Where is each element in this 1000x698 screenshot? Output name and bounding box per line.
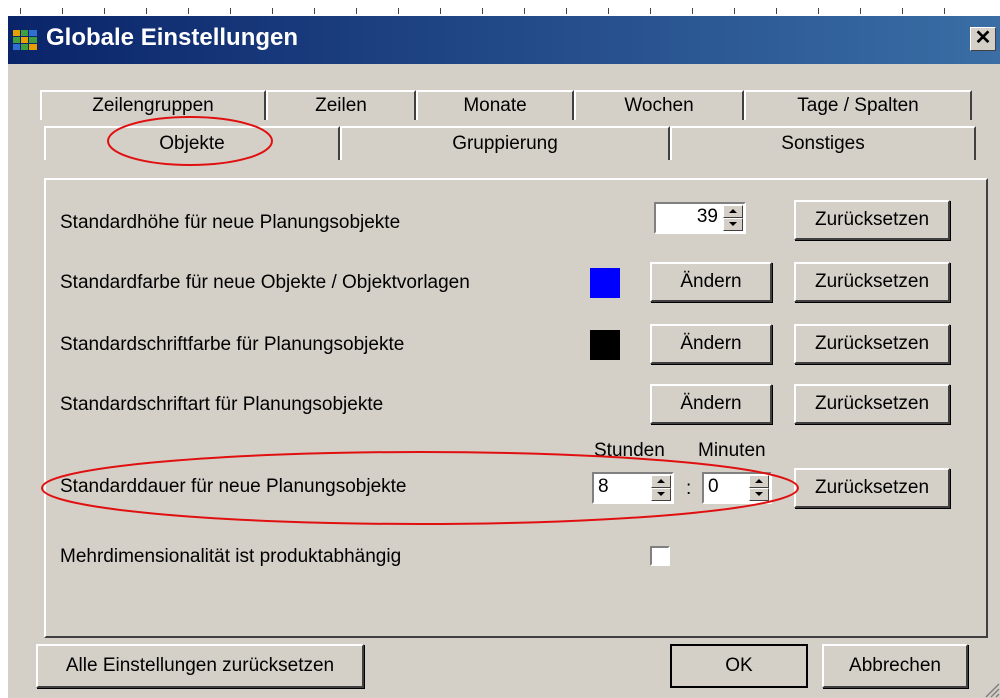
arrow-down-icon bbox=[755, 492, 763, 496]
tab-label: Tage / Spalten bbox=[797, 95, 919, 116]
ruler-tick bbox=[20, 8, 21, 14]
app-grid-icon bbox=[13, 30, 37, 50]
arrow-up-icon bbox=[729, 209, 737, 213]
tab-sonstiges[interactable]: Sonstiges bbox=[670, 126, 976, 160]
spin-down-button[interactable] bbox=[651, 488, 671, 501]
button-label: Alle Einstellungen zurücksetzen bbox=[65, 655, 335, 676]
cancel-button[interactable]: Abbrechen bbox=[822, 644, 968, 688]
font-color-reset-button[interactable]: Zurücksetzen bbox=[794, 324, 950, 364]
tab-label: Wochen bbox=[624, 95, 694, 116]
ruler-tick bbox=[608, 8, 609, 14]
button-label: Zurücksetzen bbox=[814, 477, 930, 498]
color-label: Standardfarbe für neue Objekte / Objektv… bbox=[60, 272, 470, 293]
close-icon: ✕ bbox=[974, 27, 992, 49]
color-reset-button[interactable]: Zurücksetzen bbox=[794, 262, 950, 302]
ruler-tick bbox=[566, 8, 567, 14]
hours-header: Stunden bbox=[594, 440, 665, 461]
font-reset-button[interactable]: Zurücksetzen bbox=[794, 384, 950, 424]
window-title: Globale Einstellungen bbox=[46, 24, 299, 51]
spin-up-button[interactable] bbox=[749, 475, 769, 488]
tab-label: Gruppierung bbox=[452, 133, 558, 154]
ruler-tick bbox=[188, 8, 189, 14]
tab-zeilengruppen[interactable]: Zeilengruppen bbox=[40, 90, 266, 120]
font-color-swatch bbox=[590, 330, 620, 360]
ruler-tick bbox=[314, 8, 315, 14]
settings-dialog: Globale Einstellungen ✕ Zeilengruppen Ze… bbox=[8, 16, 1000, 698]
height-spinner[interactable]: 39 bbox=[654, 202, 746, 234]
button-label: OK bbox=[725, 655, 753, 676]
ruler-tick bbox=[482, 8, 483, 14]
button-label: Ändern bbox=[680, 333, 742, 354]
reset-all-button[interactable]: Alle Einstellungen zurücksetzen bbox=[36, 644, 364, 688]
tab-objekte[interactable]: Objekte bbox=[44, 126, 340, 160]
height-label: Standardhöhe für neue Planungsobjekte bbox=[60, 212, 401, 233]
ruler-tick bbox=[860, 8, 861, 14]
height-value[interactable]: 39 bbox=[697, 206, 718, 228]
close-button[interactable]: ✕ bbox=[970, 27, 996, 51]
tab-tage-spalten[interactable]: Tage / Spalten bbox=[744, 90, 972, 120]
ruler-tick bbox=[62, 8, 63, 14]
tab-label: Zeilen bbox=[315, 95, 367, 116]
arrow-down-icon bbox=[729, 222, 737, 226]
ruler-tick bbox=[356, 8, 357, 14]
font-color-change-button[interactable]: Ändern bbox=[650, 324, 772, 364]
height-reset-button[interactable]: Zurücksetzen bbox=[794, 200, 950, 240]
button-label: Zurücksetzen bbox=[814, 333, 930, 354]
button-label: Ändern bbox=[680, 393, 742, 414]
ruler-tick bbox=[734, 8, 735, 14]
ruler-tick bbox=[146, 8, 147, 14]
ruler-tick bbox=[776, 8, 777, 14]
font-change-button[interactable]: Ändern bbox=[650, 384, 772, 424]
tab-monate[interactable]: Monate bbox=[416, 90, 574, 120]
font-label: Standardschriftart für Planungsobjekte bbox=[60, 394, 384, 415]
arrow-up-icon bbox=[755, 479, 763, 483]
button-label: Zurücksetzen bbox=[814, 209, 930, 230]
color-change-button[interactable]: Ändern bbox=[650, 262, 772, 302]
multidim-checkbox[interactable] bbox=[650, 546, 670, 566]
spin-down-button[interactable] bbox=[749, 488, 769, 501]
ok-button[interactable]: OK bbox=[670, 644, 808, 688]
tab-wochen[interactable]: Wochen bbox=[574, 90, 744, 120]
minutes-value[interactable]: 0 bbox=[708, 476, 719, 498]
tab-label: Sonstiges bbox=[781, 133, 865, 154]
spin-up-button[interactable] bbox=[651, 475, 671, 488]
ruler-tick bbox=[902, 8, 903, 14]
spin-down-button[interactable] bbox=[723, 218, 743, 231]
duration-label: Standarddauer für neue Planungsobjekte bbox=[60, 476, 407, 497]
duration-reset-button[interactable]: Zurücksetzen bbox=[794, 468, 950, 508]
tab-zeilen[interactable]: Zeilen bbox=[266, 90, 416, 120]
color-swatch bbox=[590, 268, 620, 298]
minutes-header: Minuten bbox=[698, 440, 766, 461]
ruler-tick bbox=[230, 8, 231, 14]
time-separator: : bbox=[686, 478, 692, 499]
arrow-up-icon bbox=[657, 479, 665, 483]
ruler-tick bbox=[944, 8, 945, 14]
background-ruler-strip bbox=[0, 0, 1000, 14]
tab-label: Objekte bbox=[159, 133, 225, 154]
spin-up-button[interactable] bbox=[723, 205, 743, 218]
tab-label: Monate bbox=[463, 95, 527, 116]
minutes-spinner[interactable]: 0 bbox=[702, 472, 772, 504]
hours-value[interactable]: 8 bbox=[598, 476, 609, 498]
font-color-label: Standardschriftfarbe für Planungsobjekte bbox=[60, 334, 405, 355]
ruler-tick bbox=[524, 8, 525, 14]
tab-label: Zeilengruppen bbox=[92, 95, 214, 116]
hours-spinner[interactable]: 8 bbox=[592, 472, 674, 504]
button-label: Abbrechen bbox=[849, 655, 941, 676]
ruler-tick bbox=[440, 8, 441, 14]
button-label: Zurücksetzen bbox=[814, 271, 930, 292]
title-bar[interactable]: Globale Einstellungen ✕ bbox=[8, 16, 1000, 64]
ruler-tick bbox=[398, 8, 399, 14]
ruler-tick bbox=[818, 8, 819, 14]
ruler-tick bbox=[650, 8, 651, 14]
tab-gruppierung[interactable]: Gruppierung bbox=[340, 126, 670, 160]
ruler-tick bbox=[104, 8, 105, 14]
ruler-tick bbox=[272, 8, 273, 14]
resize-grip-icon[interactable] bbox=[982, 680, 1000, 698]
ruler-tick bbox=[692, 8, 693, 14]
arrow-down-icon bbox=[657, 492, 665, 496]
multidim-label: Mehrdimensionalität ist produktabhängig bbox=[60, 546, 402, 567]
button-label: Zurücksetzen bbox=[814, 393, 930, 414]
button-label: Ändern bbox=[680, 271, 742, 292]
